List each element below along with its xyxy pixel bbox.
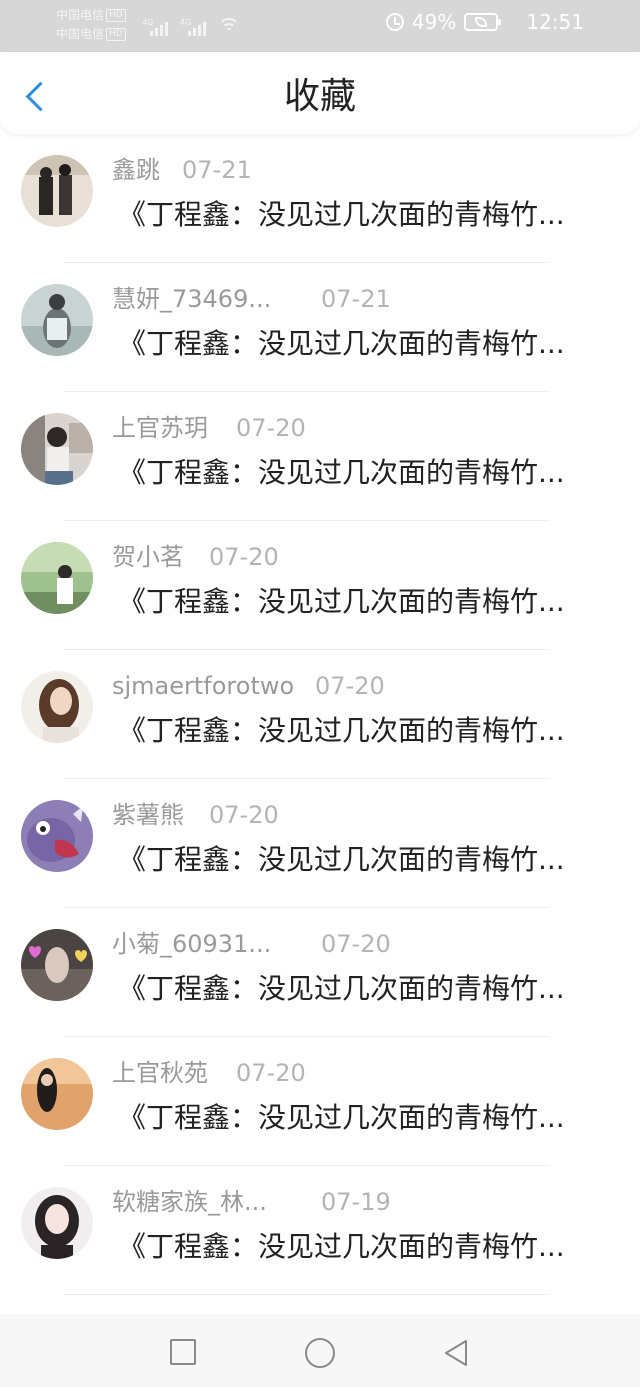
username[interactable]: 上官苏玥	[112, 412, 208, 444]
story-snippet[interactable]: 《丁程鑫：没见过几次面的青梅竹...	[118, 454, 618, 492]
clock: 12:51	[526, 10, 584, 34]
username[interactable]: 小菊_60931...	[112, 928, 271, 960]
story-snippet[interactable]: 《丁程鑫：没见过几次面的青梅竹...	[118, 196, 618, 234]
story-snippet[interactable]: 《丁程鑫：没见过几次面的青梅竹...	[118, 841, 618, 879]
list-item[interactable]: 鑫跳 07-21 《丁程鑫：没见过几次面的青梅竹...	[0, 134, 640, 263]
signal-strength-icon: 4G	[142, 18, 168, 36]
status-bar: 中国电信 HD 中国电信 HD 4G 4G 49% 12:51	[0, 0, 640, 52]
story-snippet[interactable]: 《丁程鑫：没见过几次面的青梅竹...	[118, 712, 618, 750]
avatar[interactable]	[21, 671, 93, 743]
carrier-name-1: 中国电信	[56, 8, 105, 22]
wifi-icon	[218, 18, 240, 36]
story-snippet[interactable]: 《丁程鑫：没见过几次面的青梅竹...	[118, 583, 618, 621]
hd-badge-2: HD	[106, 28, 126, 41]
date: 07-19	[321, 1188, 391, 1216]
divider	[64, 1294, 550, 1295]
story-snippet[interactable]: 《丁程鑫：没见过几次面的青梅竹...	[118, 1099, 618, 1137]
system-nav-bar	[0, 1314, 640, 1387]
avatar[interactable]	[21, 1187, 93, 1259]
signal-strength-icon: 4G	[180, 18, 206, 36]
signal-indicators: 4G 4G	[142, 12, 240, 36]
list-item[interactable]: 上官秋苑 07-20 《丁程鑫：没见过几次面的青梅竹...	[0, 1037, 640, 1166]
list-item[interactable]: 小菊_60931... 07-20 《丁程鑫：没见过几次面的青梅竹...	[0, 908, 640, 1037]
username[interactable]: sjmaertforotwo	[112, 670, 294, 702]
avatar[interactable]	[21, 929, 93, 1001]
back-nav-button[interactable]	[442, 1338, 470, 1368]
username[interactable]: 贺小茗	[112, 541, 184, 573]
list-item[interactable]: 贺小茗 07-20 《丁程鑫：没见过几次面的青梅竹...	[0, 521, 640, 650]
network-type-2: 4G	[180, 18, 192, 27]
date: 07-20	[321, 930, 391, 958]
page-title: 收藏	[283, 76, 356, 117]
list-item[interactable]: 慧妍_73469... 07-21 《丁程鑫：没见过几次面的青梅竹...	[0, 263, 640, 392]
date: 07-21	[182, 156, 252, 184]
username[interactable]: 紫薯熊	[112, 799, 184, 831]
network-type-1: 4G	[142, 18, 154, 27]
favorites-list: 鑫跳 07-21 《丁程鑫：没见过几次面的青梅竹... 慧妍_73469... …	[0, 134, 640, 1295]
username[interactable]: 上官秋苑	[112, 1057, 208, 1089]
home-button[interactable]	[305, 1338, 335, 1368]
status-right: 49% 12:51	[385, 10, 584, 34]
header: 收藏	[0, 52, 640, 134]
username[interactable]: 软糖家族_林...	[112, 1186, 267, 1218]
avatar[interactable]	[21, 155, 93, 227]
battery-icon	[464, 13, 502, 31]
alarm-icon	[385, 13, 404, 31]
date: 07-21	[321, 285, 391, 313]
battery-percent: 49%	[411, 10, 457, 34]
list-item[interactable]: 软糖家族_林... 07-19 《丁程鑫：没见过几次面的青梅竹...	[0, 1166, 640, 1295]
date: 07-20	[209, 543, 279, 571]
date: 07-20	[236, 1059, 306, 1087]
avatar[interactable]	[21, 1058, 93, 1130]
carrier-info: 中国电信 HD 中国电信 HD	[56, 6, 126, 44]
carrier-name-2: 中国电信	[56, 27, 105, 41]
story-snippet[interactable]: 《丁程鑫：没见过几次面的青梅竹...	[118, 325, 618, 363]
avatar[interactable]	[21, 800, 93, 872]
recent-apps-button[interactable]	[170, 1339, 196, 1365]
avatar[interactable]	[21, 542, 93, 614]
date: 07-20	[236, 414, 306, 442]
avatar[interactable]	[21, 413, 93, 485]
date: 07-20	[209, 801, 279, 829]
username[interactable]: 鑫跳	[112, 154, 160, 186]
list-item[interactable]: 上官苏玥 07-20 《丁程鑫：没见过几次面的青梅竹...	[0, 392, 640, 521]
triangle-back-icon	[445, 1340, 467, 1366]
username[interactable]: 慧妍_73469...	[112, 283, 271, 315]
hd-badge-1: HD	[106, 9, 126, 22]
list-item[interactable]: 紫薯熊 07-20 《丁程鑫：没见过几次面的青梅竹...	[0, 779, 640, 908]
date: 07-20	[315, 672, 385, 700]
avatar[interactable]	[21, 284, 93, 356]
list-item[interactable]: sjmaertforotwo 07-20 《丁程鑫：没见过几次面的青梅竹...	[0, 650, 640, 779]
story-snippet[interactable]: 《丁程鑫：没见过几次面的青梅竹...	[118, 1228, 618, 1266]
story-snippet[interactable]: 《丁程鑫：没见过几次面的青梅竹...	[118, 970, 618, 1008]
